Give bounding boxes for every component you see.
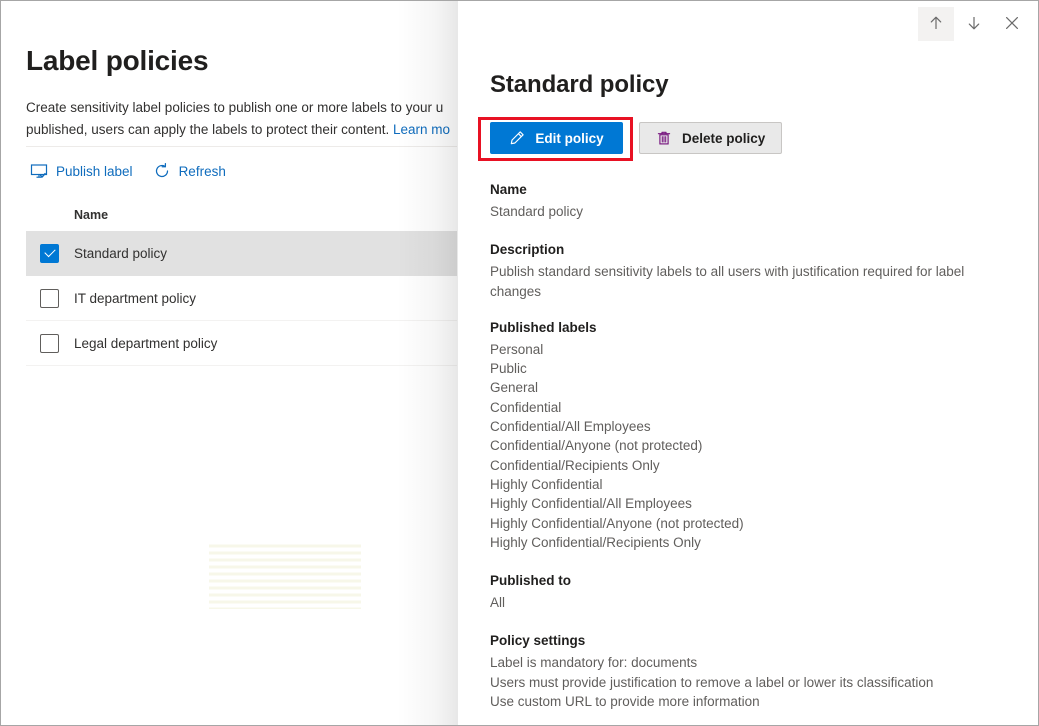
published-label-item: Confidential bbox=[490, 398, 1002, 417]
screenshot-root: Label policies Create sensitivity label … bbox=[0, 0, 1039, 726]
arrow-down-icon bbox=[965, 14, 983, 35]
section-value-published-to: All bbox=[490, 593, 1002, 612]
panel-title: Standard policy bbox=[490, 71, 669, 99]
refresh-icon bbox=[153, 162, 171, 180]
row-name-label: Legal department policy bbox=[74, 336, 217, 351]
panel-nav-buttons bbox=[918, 7, 1030, 41]
page-toolbar: Publish label Refresh bbox=[26, 156, 242, 186]
close-panel-button[interactable] bbox=[994, 7, 1030, 41]
panel-content: Name Standard policy Description Publish… bbox=[490, 182, 1002, 725]
published-label-item: Highly Confidential/Recipients Only bbox=[490, 533, 1002, 552]
trash-icon bbox=[656, 130, 672, 146]
published-label-item: Confidential/Anyone (not protected) bbox=[490, 436, 1002, 455]
section-heading-published-labels: Published labels bbox=[490, 320, 1002, 335]
published-label-item: Confidential/All Employees bbox=[490, 417, 1002, 436]
policy-setting-item: Label is mandatory for: documents bbox=[490, 653, 1002, 672]
section-heading-published-to: Published to bbox=[490, 573, 1002, 588]
policy-details-panel: Standard policy Edit policy bbox=[457, 1, 1038, 725]
learn-more-link[interactable]: Learn mo bbox=[393, 122, 450, 137]
next-item-button[interactable] bbox=[956, 7, 992, 41]
published-label-item: Public bbox=[490, 359, 1002, 378]
published-label-item: Highly Confidential/Anyone (not protecte… bbox=[490, 514, 1002, 533]
section-value-description: Publish standard sensitivity labels to a… bbox=[490, 262, 1002, 301]
publish-label-icon bbox=[30, 162, 48, 180]
previous-item-button[interactable] bbox=[918, 7, 954, 41]
policy-setting-item: Users must provide justification to remo… bbox=[490, 673, 1002, 692]
row-name-label: IT department policy bbox=[74, 291, 196, 306]
refresh-button[interactable]: Refresh bbox=[149, 156, 234, 186]
refresh-button-label: Refresh bbox=[179, 164, 226, 179]
published-label-item: Highly Confidential bbox=[490, 475, 1002, 494]
publish-label-button-label: Publish label bbox=[56, 164, 133, 179]
delete-policy-button-label: Delete policy bbox=[682, 131, 765, 146]
row-name-label: Standard policy bbox=[74, 246, 167, 261]
row-checkbox[interactable] bbox=[40, 334, 59, 353]
panel-action-buttons: Edit policy Delete policy bbox=[490, 122, 782, 154]
publish-label-button[interactable]: Publish label bbox=[26, 156, 141, 186]
row-checkbox[interactable] bbox=[40, 244, 59, 263]
pencil-icon bbox=[509, 130, 525, 146]
published-label-item: General bbox=[490, 378, 1002, 397]
published-label-item: Highly Confidential/All Employees bbox=[490, 494, 1002, 513]
background-watermark bbox=[209, 541, 361, 609]
section-heading-policy-settings: Policy settings bbox=[490, 633, 1002, 648]
policy-setting-item: Use custom URL to provide more informati… bbox=[490, 692, 1002, 711]
page-title: Label policies bbox=[26, 45, 208, 77]
published-label-item: Personal bbox=[490, 340, 1002, 359]
close-icon bbox=[1003, 14, 1021, 35]
arrow-up-icon bbox=[927, 14, 945, 35]
page-description-line2: published, users can apply the labels to… bbox=[26, 122, 393, 137]
delete-policy-button[interactable]: Delete policy bbox=[639, 122, 782, 154]
column-header-name: Name bbox=[74, 208, 108, 222]
edit-policy-button[interactable]: Edit policy bbox=[490, 122, 623, 154]
section-heading-description: Description bbox=[490, 242, 1002, 257]
row-checkbox[interactable] bbox=[40, 289, 59, 308]
section-value-name: Standard policy bbox=[490, 202, 1002, 221]
section-value-policy-settings: Label is mandatory for: documents Users … bbox=[490, 653, 1002, 711]
section-value-published-labels: Personal Public General Confidential Con… bbox=[490, 340, 1002, 552]
section-heading-name: Name bbox=[490, 182, 1002, 197]
published-label-item: Confidential/Recipients Only bbox=[490, 456, 1002, 475]
edit-policy-button-label: Edit policy bbox=[535, 131, 603, 146]
page-description-line1: Create sensitivity label policies to pub… bbox=[26, 100, 443, 115]
